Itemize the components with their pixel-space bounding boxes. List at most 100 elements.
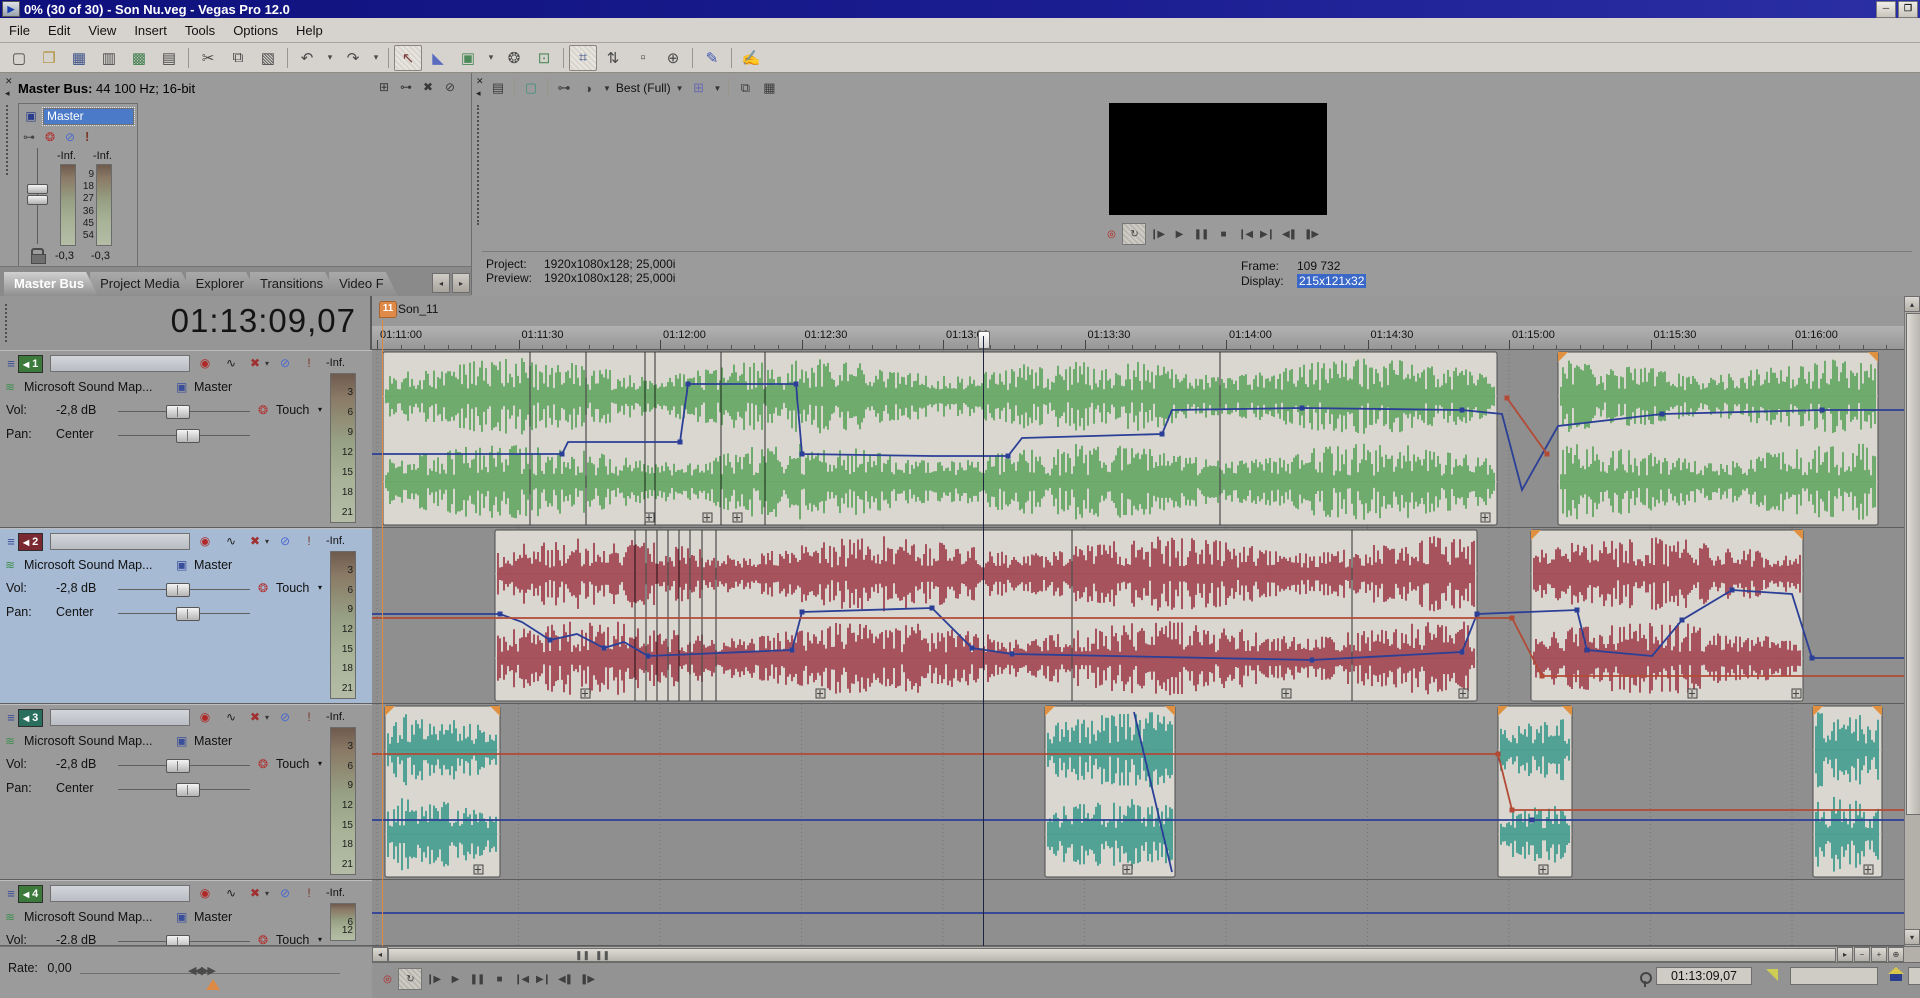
marker-tag[interactable]: 11 [379, 301, 397, 318]
menu-insert[interactable]: Insert [125, 20, 176, 41]
track-lane-4[interactable] [372, 880, 1904, 946]
phase-icon[interactable]: ! [300, 355, 318, 371]
bus-phase-icon[interactable]: ! [85, 129, 89, 144]
playhead-line[interactable] [983, 336, 984, 946]
dim-output-button[interactable]: ⊘ [442, 79, 458, 95]
envelope-node[interactable] [1460, 650, 1465, 655]
project-properties-button[interactable]: ▤ [155, 45, 183, 71]
undo-options-button[interactable]: ▾ [323, 45, 337, 71]
event-pan-crop-grip[interactable] [1481, 513, 1490, 522]
event-pan-crop-button[interactable]: ⊡ [530, 45, 558, 71]
status-timecode-field[interactable]: 01:13:09,07 [1656, 967, 1752, 985]
pan-slider-handle[interactable] [176, 783, 200, 797]
cut-button[interactable]: ✂ [194, 45, 222, 71]
close-panel-icon[interactable]: ✕ [476, 77, 484, 86]
step-backward-button[interactable]: ◀❚ [554, 969, 576, 989]
horizontal-scroll-thumb[interactable]: ❚❚ ❚❚ [388, 948, 1836, 962]
vertical-scroll-thumb[interactable] [1906, 313, 1920, 815]
envelope-node[interactable] [930, 606, 935, 611]
pan-value[interactable]: Center [56, 427, 94, 441]
event-pan-crop-grip[interactable] [1792, 689, 1801, 698]
open-project-button[interactable]: ❐ [35, 45, 63, 71]
scroll-right-button[interactable]: ▸ [1837, 947, 1853, 962]
automation-dropdown-icon[interactable]: ▾ [318, 759, 322, 768]
pan-slider-handle[interactable] [176, 607, 200, 621]
pause-button[interactable]: ❚❚ [466, 969, 488, 989]
mute-dropdown-icon[interactable]: ▾ [262, 709, 272, 725]
envelope-node[interactable] [1585, 648, 1590, 653]
envelope-node[interactable] [1810, 656, 1815, 661]
solo-icon[interactable]: ⊘ [276, 355, 294, 371]
track-header-3[interactable]: ≡◀3◉∿✖▾⊘!-Inf.36912151821≋Microsoft Soun… [0, 704, 372, 880]
record-arm-icon[interactable]: ◉ [196, 709, 214, 725]
go-to-end-button[interactable]: ▶❙ [1256, 224, 1278, 244]
mute-dropdown-icon[interactable]: ▾ [262, 533, 272, 549]
pan-value[interactable]: Center [56, 605, 94, 619]
copy-button[interactable]: ⧉ [224, 45, 252, 71]
automation-gear-icon[interactable]: ❂ [258, 403, 268, 417]
tab-scroll-left[interactable]: ◂ [432, 273, 450, 293]
loop-playback-button[interactable]: ↻ [1122, 223, 1146, 245]
play-button[interactable]: ▶ [444, 969, 466, 989]
automation-dropdown-icon[interactable]: ▾ [318, 935, 322, 944]
solo-icon[interactable]: ⊘ [276, 885, 294, 901]
whats-this-help-button[interactable]: ✍ [737, 45, 765, 71]
audio-device-name[interactable]: Microsoft Sound Map... [24, 910, 153, 924]
envelope-node[interactable] [1310, 658, 1315, 663]
go-to-end-button[interactable]: ▶❙ [532, 969, 554, 989]
envelope-node[interactable] [1540, 674, 1545, 679]
envelope-node[interactable] [1300, 406, 1305, 411]
phase-icon[interactable]: ! [300, 709, 318, 725]
event-pan-crop-grip[interactable] [703, 513, 712, 522]
go-to-start-button[interactable]: ❙◀ [1234, 224, 1256, 244]
rate-marker-icon[interactable] [206, 979, 220, 990]
event-pan-crop-grip[interactable] [1459, 689, 1468, 698]
rate-scrub-handle[interactable]: ◀◀▶▶ [188, 964, 214, 977]
time-ruler[interactable]: 01:11:0001:11:3001:12:0001:12:3001:13:00… [372, 326, 1904, 350]
audio-event[interactable] [1558, 352, 1878, 525]
bus-mode-icon[interactable]: ▣ [23, 108, 39, 124]
overlay-grid-dropdown-icon[interactable]: ▼ [714, 84, 722, 93]
envelope-node[interactable] [1006, 454, 1011, 459]
automation-dropdown-icon[interactable]: ▾ [318, 583, 322, 592]
envelope-edit-tool-button[interactable]: ◣ [424, 45, 452, 71]
vol-value[interactable]: -2,8 dB [56, 757, 96, 771]
bus-routing-icon[interactable]: ▣ [176, 380, 187, 394]
vol-value[interactable]: -2,8 dB [56, 581, 96, 595]
solo-icon[interactable]: ⊘ [276, 533, 294, 549]
mute-dropdown-icon[interactable]: ▾ [262, 885, 272, 901]
dock-arrow-icon[interactable]: ◂ [5, 89, 10, 98]
lock-envelopes-button[interactable]: ▫ [629, 45, 657, 71]
track-number-badge[interactable]: ◀4 [18, 885, 43, 903]
track-number-badge[interactable]: ◀3 [18, 709, 43, 727]
video-output-fx-button[interactable]: ⊶ [553, 77, 575, 99]
track-envelope-icon[interactable]: ∿ [222, 709, 240, 725]
step-backward-button[interactable]: ◀❚ [1278, 224, 1300, 244]
stop-button[interactable]: ■ [1212, 224, 1234, 244]
track-envelope-icon[interactable]: ∿ [222, 533, 240, 549]
bus-solo-icon[interactable]: ⊘ [65, 130, 75, 144]
zoom-in-time-button[interactable]: + [1871, 947, 1887, 962]
automation-settings-button[interactable]: ❂ [500, 45, 528, 71]
event-pan-crop-grip[interactable] [733, 513, 742, 522]
menu-file[interactable]: File [0, 20, 39, 41]
envelope-node[interactable] [1460, 408, 1465, 413]
play-from-start-button[interactable]: ❙▶ [422, 969, 444, 989]
envelope-node[interactable] [686, 382, 691, 387]
envelope-node[interactable] [560, 452, 565, 457]
selection-tool-options-button[interactable]: ▾ [484, 45, 498, 71]
selection-edit-tool-button[interactable]: ▣ [454, 45, 482, 71]
envelope-node[interactable] [1730, 588, 1735, 593]
track-header-1[interactable]: ≡◀1◉∿✖▾⊘!-Inf.36912151821≋Microsoft Soun… [0, 350, 372, 528]
bus-fx-icon[interactable]: ⊶ [23, 130, 35, 144]
track-name-field[interactable] [50, 885, 190, 902]
automation-mode-label[interactable]: Touch [276, 403, 309, 417]
tab-video-f[interactable]: Video F [329, 272, 398, 296]
pause-button[interactable]: ❚❚ [1190, 224, 1212, 244]
menu-view[interactable]: View [79, 20, 125, 41]
new-project-button[interactable]: ▢ [5, 45, 33, 71]
event-pan-crop-grip[interactable] [816, 689, 825, 698]
track-name-field[interactable] [50, 709, 190, 726]
play-from-start-button[interactable]: ❙▶ [1146, 224, 1168, 244]
envelope-node[interactable] [1575, 608, 1580, 613]
